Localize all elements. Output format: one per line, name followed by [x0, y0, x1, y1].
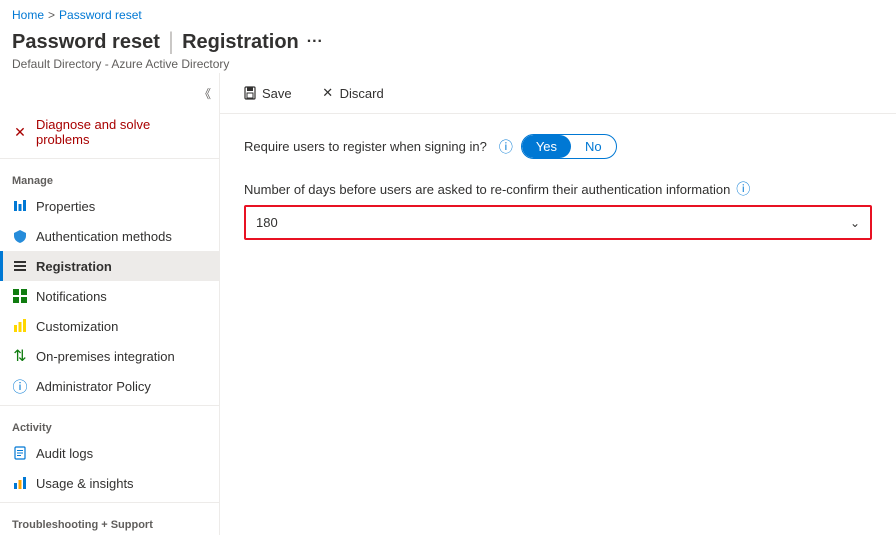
sidebar-item-usage-insights[interactable]: Usage & insights: [0, 468, 219, 498]
days-value: 180: [246, 207, 840, 238]
notifications-icon: [12, 288, 28, 304]
breadcrumb: Home > Password reset: [0, 0, 896, 26]
sidebar-divider-activity: [0, 405, 219, 406]
sidebar-item-auth-methods-label: Authentication methods: [36, 229, 172, 244]
sidebar-divider-manage: [0, 158, 219, 159]
diagnose-icon: ✕: [12, 124, 28, 140]
sidebar-item-properties-label: Properties: [36, 199, 95, 214]
more-options-icon[interactable]: ···: [307, 33, 323, 51]
registration-icon: [12, 258, 28, 274]
sidebar-item-notifications[interactable]: Notifications: [0, 281, 219, 311]
require-register-row: Require users to register when signing i…: [244, 134, 872, 159]
sidebar-item-admin-policy[interactable]: ⓘ Administrator Policy: [0, 371, 219, 401]
usage-insights-icon: [12, 475, 28, 491]
sidebar-item-customization-label: Customization: [36, 319, 118, 334]
breadcrumb-separator: >: [48, 8, 55, 22]
save-label: Save: [262, 86, 292, 101]
content-area: Require users to register when signing i…: [220, 114, 896, 535]
sidebar-item-registration-label: Registration: [36, 259, 112, 274]
sidebar-item-audit-logs-label: Audit logs: [36, 446, 93, 461]
sidebar-item-registration[interactable]: Registration: [0, 251, 219, 281]
sidebar-item-diagnose-label: Diagnose and solve problems: [36, 117, 207, 147]
sidebar-item-usage-insights-label: Usage & insights: [36, 476, 134, 491]
sidebar-item-on-premises-label: On-premises integration: [36, 349, 175, 364]
sidebar-item-admin-policy-label: Administrator Policy: [36, 379, 151, 394]
on-premises-icon: ⇅: [12, 348, 28, 364]
sidebar-item-customization[interactable]: Customization: [0, 311, 219, 341]
breadcrumb-current[interactable]: Password reset: [59, 8, 142, 22]
toolbar: Save ✕ Discard: [220, 73, 896, 114]
page-title-part2: Registration: [182, 31, 299, 54]
dropdown-chevron-icon[interactable]: ⌄: [840, 208, 870, 238]
save-icon: [242, 85, 258, 101]
sidebar-item-notifications-label: Notifications: [36, 289, 107, 304]
toggle-yes-button[interactable]: Yes: [522, 135, 571, 158]
page-subtitle: Default Directory - Azure Active Directo…: [12, 57, 884, 71]
page-header: Password reset | Registration ··· Defaul…: [0, 26, 896, 73]
audit-logs-icon: [12, 445, 28, 461]
discard-icon: ✕: [320, 85, 336, 101]
sidebar-item-properties[interactable]: Properties: [0, 191, 219, 221]
properties-icon: [12, 198, 28, 214]
discard-button[interactable]: ✕ Discard: [314, 81, 390, 105]
sidebar-section-activity: Activity: [0, 410, 219, 438]
admin-policy-icon: ⓘ: [12, 378, 28, 394]
sidebar-item-auth-methods[interactable]: Authentication methods: [0, 221, 219, 251]
sidebar-item-diagnose[interactable]: ✕ Diagnose and solve problems: [0, 110, 219, 154]
require-register-toggle[interactable]: Yes No: [521, 134, 617, 159]
save-button[interactable]: Save: [236, 81, 298, 105]
breadcrumb-home[interactable]: Home: [12, 8, 44, 22]
sidebar-collapse-button[interactable]: 《: [199, 85, 211, 102]
sidebar-item-on-premises[interactable]: ⇅ On-premises integration: [0, 341, 219, 371]
require-register-info-icon[interactable]: ⓘ: [499, 137, 513, 157]
title-separator: |: [168, 28, 174, 56]
sidebar-section-troubleshoot: Troubleshooting + Support: [0, 507, 219, 535]
sidebar: 《 ✕ Diagnose and solve problems Manage P…: [0, 73, 220, 535]
main-content: Save ✕ Discard Require users to register…: [220, 73, 896, 535]
customization-icon: [12, 318, 28, 334]
page-title-part1: Password reset: [12, 31, 160, 54]
days-info-icon[interactable]: ⓘ: [736, 179, 750, 199]
days-dropdown-section: Number of days before users are asked to…: [244, 179, 872, 240]
toggle-no-button[interactable]: No: [571, 135, 616, 158]
sidebar-item-audit-logs[interactable]: Audit logs: [0, 438, 219, 468]
auth-methods-icon: [12, 228, 28, 244]
days-dropdown[interactable]: 180 ⌄: [244, 205, 872, 240]
days-label: Number of days before users are asked to…: [244, 179, 872, 199]
sidebar-section-manage: Manage: [0, 163, 219, 191]
discard-label: Discard: [340, 86, 384, 101]
sidebar-divider-troubleshoot: [0, 502, 219, 503]
require-register-label: Require users to register when signing i…: [244, 139, 487, 154]
